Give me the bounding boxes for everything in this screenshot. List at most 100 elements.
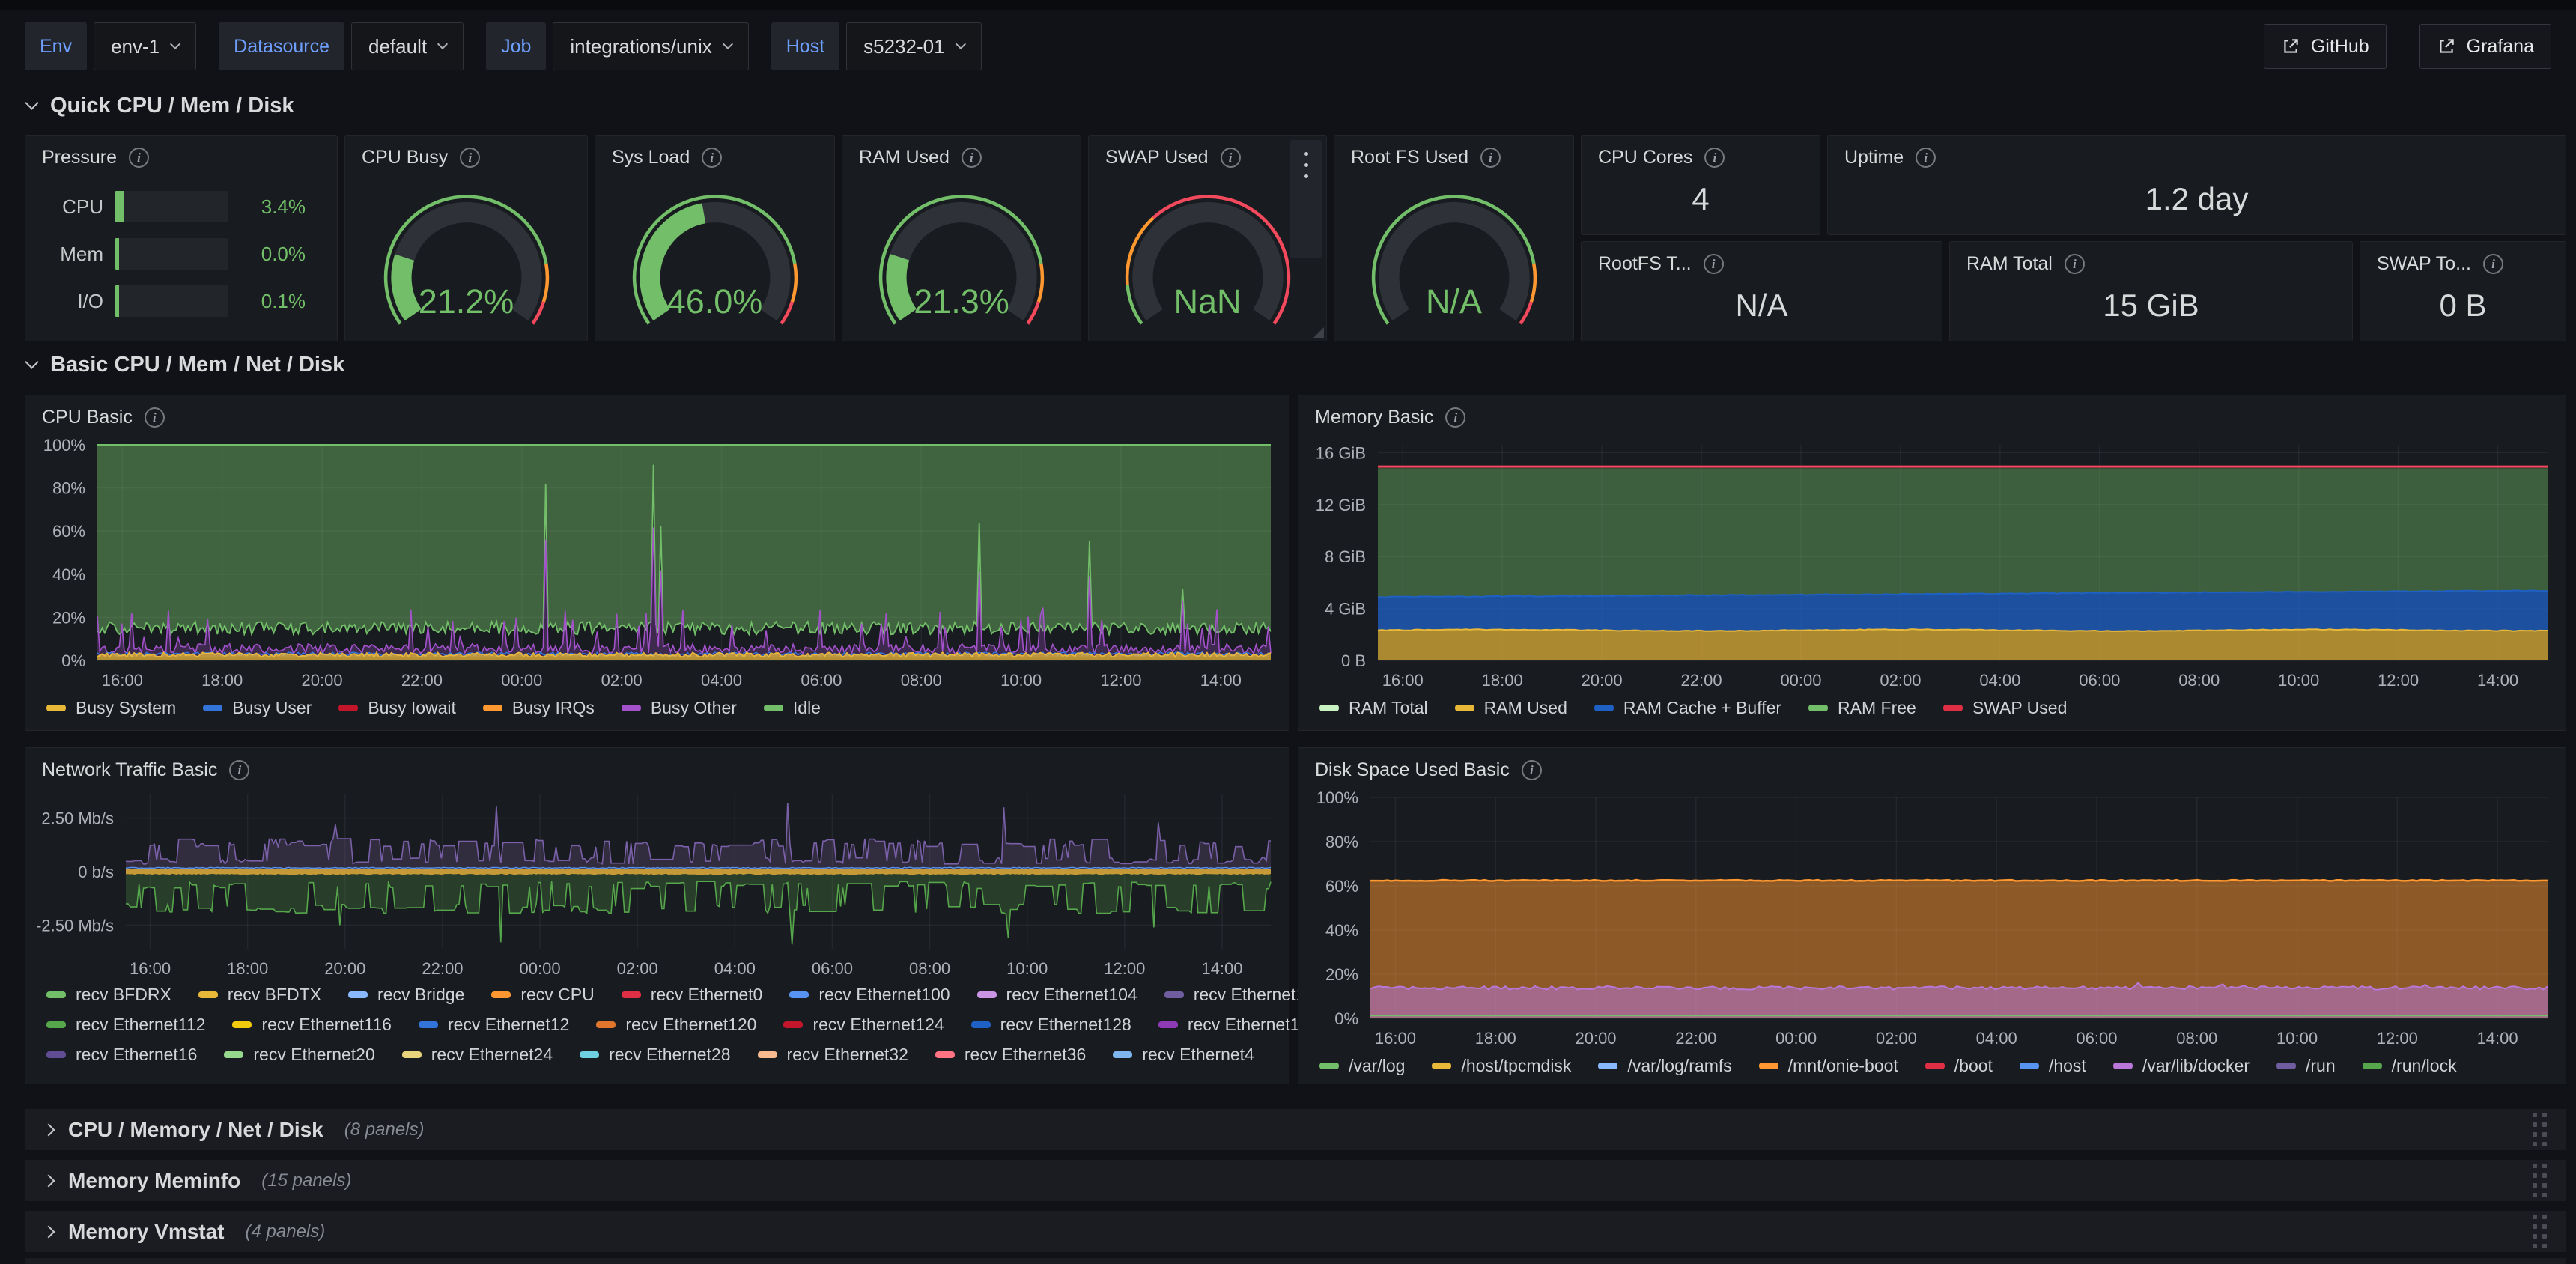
panel-resize-handle[interactable] [1313,327,1324,338]
panel-title[interactable]: Pressure [42,147,117,168]
panel-title[interactable]: CPU Busy [362,147,448,168]
row-drag-handle[interactable] [2533,1215,2547,1248]
network-traffic-chart[interactable]: 2.50 Mb/s0 b/s-2.50 Mb/s16:0018:0020:002… [25,787,1289,983]
legend-item[interactable]: Idle [764,698,821,718]
panel-title[interactable]: Uptime [1844,147,1904,168]
legend-item[interactable]: RAM Free [1808,698,1916,718]
legend-item[interactable]: recv Ethernet112 [46,1015,205,1035]
row-memory-vmstat[interactable]: Memory Vmstat (4 panels) [25,1211,2566,1252]
panel-title[interactable]: RAM Used [859,147,950,168]
disk-space-chart[interactable]: 100%80%60%40%20%0%16:0018:0020:0022:0000… [1298,787,2566,1053]
legend-item[interactable]: recv Ethernet12 [419,1015,569,1035]
legend-item[interactable]: /boot [1925,1056,1993,1076]
legend-item[interactable]: Busy IRQs [483,698,595,718]
panel-title[interactable]: SWAP To... [2377,253,2471,275]
panel-title[interactable]: Memory Basic [1315,407,1433,428]
legend-item[interactable]: recv BFDTX [198,985,321,1005]
memory-basic-chart[interactable]: 16 GiB12 GiB8 GiB4 GiB0 B16:0018:0020:00… [1298,434,2566,695]
info-icon[interactable] [460,148,480,168]
info-icon[interactable] [1221,148,1241,168]
panel-title[interactable]: Network Traffic Basic [42,759,217,781]
info-icon[interactable] [2065,254,2085,274]
legend-item[interactable]: recv Ethernet28 [580,1045,730,1065]
legend-item[interactable]: /host [2020,1056,2086,1076]
panel-menu-button[interactable] [1290,140,1322,258]
legend-item[interactable]: recv Ethernet4 [1113,1045,1254,1065]
row-drag-handle[interactable] [2533,1113,2547,1146]
github-link-button[interactable]: GitHub [2264,24,2387,69]
legend-item[interactable]: /run [2276,1056,2336,1076]
panel-title[interactable]: Root FS Used [1351,147,1468,168]
legend-item[interactable]: recv Ethernet32 [758,1045,908,1065]
row-drag-handle[interactable] [2533,1164,2547,1197]
panel-title[interactable]: CPU Cores [1598,147,1692,168]
panel-title[interactable]: Sys Load [612,147,690,168]
legend-item[interactable]: recv Ethernet120 [596,1015,756,1035]
legend-item[interactable]: RAM Total [1319,698,1428,718]
chevron-right-icon [43,1123,55,1136]
panel-title[interactable]: RootFS T... [1598,253,1692,275]
legend-item[interactable]: recv Ethernet16 [46,1045,197,1065]
legend-item[interactable]: recv Ethernet104 [977,985,1137,1005]
grafana-link-button[interactable]: Grafana [2419,24,2551,69]
row-header-quick-cpu-mem-disk[interactable]: Quick CPU / Mem / Disk [27,88,294,123]
job-label: Job [486,22,546,70]
legend-item[interactable]: SWAP Used [1943,698,2068,718]
legend-item[interactable]: recv Ethernet128 [971,1015,1131,1035]
info-icon[interactable] [129,148,149,168]
row-header-basic-cpu-mem-net-disk[interactable]: Basic CPU / Mem / Net / Disk [27,347,344,382]
info-icon[interactable] [702,148,722,168]
cpu-basic-chart[interactable]: 100%80%60%40%20%0%16:0018:0020:0022:0000… [25,434,1289,695]
pressure-label: CPU [37,195,103,219]
legend-item[interactable]: /var/log/ramfs [1598,1056,1731,1076]
legend-label: recv Bridge [377,985,464,1005]
legend-item[interactable]: recv Ethernet124 [783,1015,944,1035]
info-icon[interactable] [1480,148,1501,168]
legend-item[interactable]: recv Ethernet0 [622,985,763,1005]
svg-text:20%: 20% [1325,965,1358,984]
legend-item[interactable]: Busy User [203,698,312,718]
job-value-dropdown[interactable]: integrations/unix [553,22,748,70]
info-icon[interactable] [962,148,982,168]
panel-title[interactable]: CPU Basic [42,407,133,428]
legend-item[interactable]: recv Ethernet116 [232,1015,391,1035]
info-icon[interactable] [1522,760,1542,780]
legend-item[interactable]: recv Ethernet36 [935,1045,1086,1065]
info-icon[interactable] [145,407,165,428]
info-icon[interactable] [1704,254,1724,274]
row-memory-meminfo[interactable]: Memory Meminfo (15 panels) [25,1160,2566,1201]
legend-item[interactable]: Busy Iowait [338,698,456,718]
legend-item[interactable]: Busy System [46,698,176,718]
host-value-dropdown[interactable]: s5232-01 [846,22,981,70]
legend-item[interactable]: /host/tpcmdisk [1432,1056,1571,1076]
row-panel-count: (8 panels) [344,1119,425,1140]
legend-item[interactable]: RAM Cache + Buffer [1594,698,1781,718]
legend-item[interactable]: Busy Other [622,698,737,718]
legend-item[interactable]: /var/lib/docker [2113,1056,2250,1076]
info-icon[interactable] [1916,148,1936,168]
info-icon[interactable] [1704,148,1725,168]
row-cpu-memory-net-disk[interactable]: CPU / Memory / Net / Disk (8 panels) [25,1109,2566,1150]
panel-title[interactable]: RAM Total [1966,253,2053,275]
datasource-value-dropdown[interactable]: default [351,22,464,70]
legend-item[interactable]: /var/log [1319,1056,1405,1076]
legend-label: recv Ethernet20 [253,1045,374,1065]
legend-item[interactable]: /mnt/onie-boot [1759,1056,1898,1076]
legend-item[interactable]: recv Ethernet24 [402,1045,553,1065]
info-icon[interactable] [1445,407,1465,428]
panel-title[interactable]: SWAP Used [1105,147,1209,168]
legend-item[interactable]: recv Ethernet129 [1158,1015,1319,1035]
panel-title[interactable]: Disk Space Used Basic [1315,759,1510,781]
legend-item[interactable]: recv Ethernet100 [789,985,950,1005]
info-icon[interactable] [229,760,249,780]
info-icon[interactable] [2483,254,2503,274]
env-value-dropdown[interactable]: env-1 [94,22,196,70]
legend-item[interactable]: recv Bridge [348,985,464,1005]
legend-item[interactable]: RAM Used [1455,698,1567,718]
chart-legend: recv BFDRXrecv BFDTXrecv Bridgerecv CPUr… [25,983,1289,1084]
legend-item[interactable]: recv CPU [491,985,594,1005]
legend-label: RAM Total [1349,698,1428,718]
legend-item[interactable]: /run/lock [2363,1056,2457,1076]
legend-item[interactable]: recv Ethernet20 [224,1045,374,1065]
legend-item[interactable]: recv BFDRX [46,985,171,1005]
